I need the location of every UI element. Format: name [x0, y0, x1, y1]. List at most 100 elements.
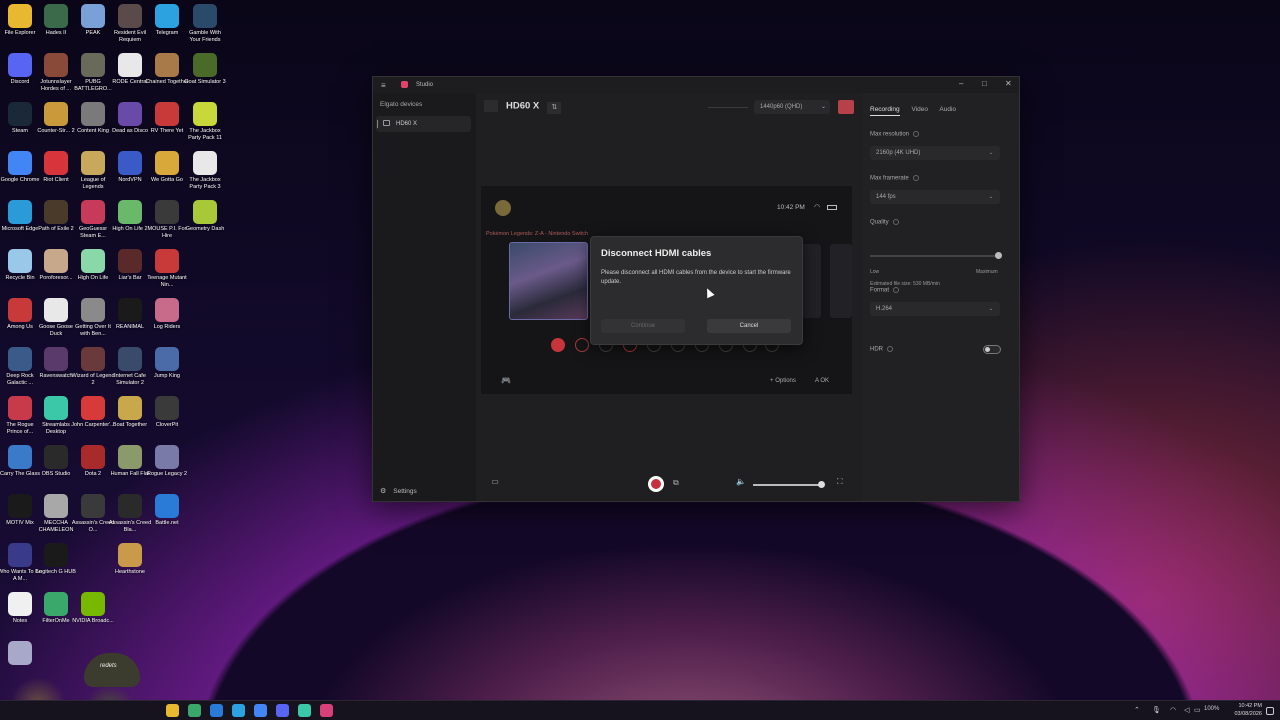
- desktop-icon[interactable]: MOUSE P.I. For Hire: [147, 198, 187, 247]
- minimize-button[interactable]: –: [959, 79, 963, 88]
- desktop-icon[interactable]: Recycle Bin: [0, 247, 40, 296]
- notification-icon[interactable]: [1266, 707, 1274, 715]
- desktop-icon[interactable]: CloverPit: [147, 394, 187, 443]
- volume-knob[interactable]: [817, 481, 825, 488]
- desktop-icon[interactable]: Assassin's Creed Bla...: [109, 492, 151, 541]
- desktop-icon[interactable]: Who Wants To Be A M...: [0, 541, 42, 590]
- desktop-icon[interactable]: Getting Over It with Ben...: [73, 296, 113, 345]
- menu-icon[interactable]: ≡: [381, 81, 386, 90]
- desktop-icon[interactable]: Log Riders: [147, 296, 187, 345]
- max-framerate-dropdown[interactable]: 144 fps ⌄: [870, 190, 1000, 204]
- desktop-icon[interactable]: Goose Goose Duck: [36, 296, 76, 345]
- desktop-icon[interactable]: Geometry Dash: [185, 198, 225, 247]
- battery-icon[interactable]: ▭: [1194, 706, 1201, 714]
- screenshot-icon[interactable]: ⧉: [673, 478, 679, 488]
- desktop-icon[interactable]: RV There Yet: [147, 100, 187, 149]
- desktop-icon[interactable]: Chained Together: [145, 51, 189, 100]
- wifi-icon[interactable]: ◠: [1170, 706, 1176, 714]
- continue-button[interactable]: Continue: [601, 319, 685, 333]
- hdr-toggle[interactable]: [983, 345, 1001, 354]
- tab-video[interactable]: Video: [911, 106, 928, 113]
- desktop-icon[interactable]: John Carpenter'...: [71, 394, 115, 443]
- tray-expand-icon[interactable]: ⌃: [1134, 706, 1140, 714]
- desktop-icon[interactable]: Internet Cafe Simulator 2: [110, 345, 150, 394]
- desktop-icon[interactable]: Steam: [0, 100, 40, 149]
- desktop-icon[interactable]: The Jackbox Party Pack 11: [185, 100, 225, 149]
- max-resolution-dropdown[interactable]: 2160p (4K UHD) ⌄: [870, 146, 1000, 160]
- folder-icon[interactable]: ▭: [488, 477, 502, 490]
- desktop-icon[interactable]: Boat Together: [110, 394, 150, 443]
- desktop-icon[interactable]: Jotunnslayer Hordes of ...: [36, 51, 76, 100]
- desktop-icon[interactable]: Telegram: [147, 2, 187, 51]
- filter-icon[interactable]: ⇅: [547, 101, 562, 114]
- desktop-icon[interactable]: Path of Exile 2: [36, 198, 76, 247]
- quality-slider[interactable]: [870, 252, 1002, 259]
- microphone-icon[interactable]: 🎙: [1152, 706, 1161, 714]
- desktop-icon[interactable]: Notes: [0, 590, 40, 639]
- desktop-icon[interactable]: Dota 2: [73, 443, 113, 492]
- taskbar-clock[interactable]: 10:42 PM 03/08/2026: [1228, 702, 1262, 718]
- desktop-icon[interactable]: High On Life: [73, 247, 113, 296]
- desktop-icon[interactable]: Microsoft Edge: [0, 198, 40, 247]
- desktop-icon[interactable]: Wizard of Legend 2: [71, 345, 115, 394]
- desktop-icon[interactable]: Dead as Disco: [110, 100, 150, 149]
- cancel-button[interactable]: Cancel: [707, 319, 791, 333]
- maximize-button[interactable]: □: [982, 79, 987, 88]
- desktop-icon[interactable]: Gamble With Your Friends: [185, 2, 225, 51]
- desktop-icon[interactable]: Streamlabs Desktop: [36, 394, 76, 443]
- desktop-icon[interactable]: Teenage Mutant Nin...: [147, 247, 187, 296]
- volume-icon[interactable]: 🔈: [736, 477, 746, 486]
- sidebar-item-hd60x[interactable]: HD60 X: [376, 116, 471, 132]
- taskbar-app-icon[interactable]: [320, 704, 333, 717]
- desktop-icon[interactable]: Riot Client: [36, 149, 76, 198]
- taskbar-app-icon[interactable]: [254, 704, 267, 717]
- taskbar-app-icon[interactable]: [166, 704, 179, 717]
- desktop-icon[interactable]: Ravenswatch: [36, 345, 76, 394]
- desktop-icon[interactable]: Human Fall Flat: [110, 443, 150, 492]
- desktop-icon[interactable]: The Jackbox Party Pack 3: [185, 149, 225, 198]
- desktop-icon[interactable]: PEAK: [73, 2, 113, 51]
- desktop-icon[interactable]: High On Life 2: [110, 198, 150, 247]
- desktop-icon[interactable]: Carry The Glass: [0, 443, 40, 492]
- desktop-icon[interactable]: MECCHA CHAMELEON: [36, 492, 76, 541]
- desktop-icon[interactable]: Assassin's Creed O...: [72, 492, 114, 541]
- record-button[interactable]: [648, 476, 664, 492]
- tab-audio[interactable]: Audio: [939, 106, 956, 113]
- desktop-icon[interactable]: Logitech G HUB: [36, 541, 76, 590]
- desktop-icon[interactable]: NordVPN: [110, 149, 150, 198]
- close-button[interactable]: ✕: [1005, 79, 1012, 88]
- desktop-icon[interactable]: Goat Simulator 3: [184, 51, 226, 100]
- desktop-icon[interactable]: Rogue Legacy 2: [147, 443, 187, 492]
- settings-button[interactable]: ⚙ Settings: [380, 487, 417, 495]
- desktop-icon[interactable]: Battle.net: [147, 492, 187, 541]
- desktop-icon[interactable]: PUBG BATTLEGRO...: [73, 51, 113, 100]
- fullscreen-icon[interactable]: ⛶: [837, 477, 843, 487]
- format-dropdown[interactable]: H.264 ⌄: [870, 302, 1000, 316]
- desktop-icon[interactable]: Hades II: [36, 2, 76, 51]
- resolution-dropdown[interactable]: 1440p60 (QHD) ⌄: [754, 100, 830, 114]
- volume-slider[interactable]: [753, 481, 825, 488]
- desktop-icon[interactable]: NVIDIA Broadc...: [72, 590, 114, 639]
- desktop-icon[interactable]: REANIMAL: [110, 296, 150, 345]
- taskbar-app-icon[interactable]: [298, 704, 311, 717]
- desktop-icon[interactable]: Content King: [73, 100, 113, 149]
- desktop-icon[interactable]: File Explorer: [0, 2, 40, 51]
- desktop-icon[interactable]: Liar's Bar: [110, 247, 150, 296]
- taskbar-app-icon[interactable]: [232, 704, 245, 717]
- desktop-icon[interactable]: Deep Rock Galactic ...: [0, 345, 40, 394]
- taskbar-app-icon[interactable]: [210, 704, 223, 717]
- tab-recording[interactable]: Recording: [870, 106, 900, 116]
- desktop-icon[interactable]: FilterOnMe: [36, 590, 76, 639]
- taskbar-app-icon[interactable]: [188, 704, 201, 717]
- desktop-icon[interactable]: OBS Studio: [36, 443, 76, 492]
- quality-knob[interactable]: [995, 252, 1002, 259]
- desktop-icon[interactable]: GeoGuessr Steam E...: [73, 198, 113, 247]
- desktop-icon[interactable]: Hearthstone: [110, 541, 150, 590]
- desktop-icon[interactable]: Poroforesor...: [36, 247, 76, 296]
- desktop-icon[interactable]: We Gotta Go: [147, 149, 187, 198]
- desktop-icon[interactable]: RODE Central: [110, 51, 150, 100]
- desktop-icon[interactable]: Counter-Str... 2: [36, 100, 76, 149]
- volume-icon[interactable]: ◁: [1184, 706, 1189, 714]
- desktop-icon[interactable]: League of Legends: [73, 149, 113, 198]
- taskbar-app-icon[interactable]: [276, 704, 289, 717]
